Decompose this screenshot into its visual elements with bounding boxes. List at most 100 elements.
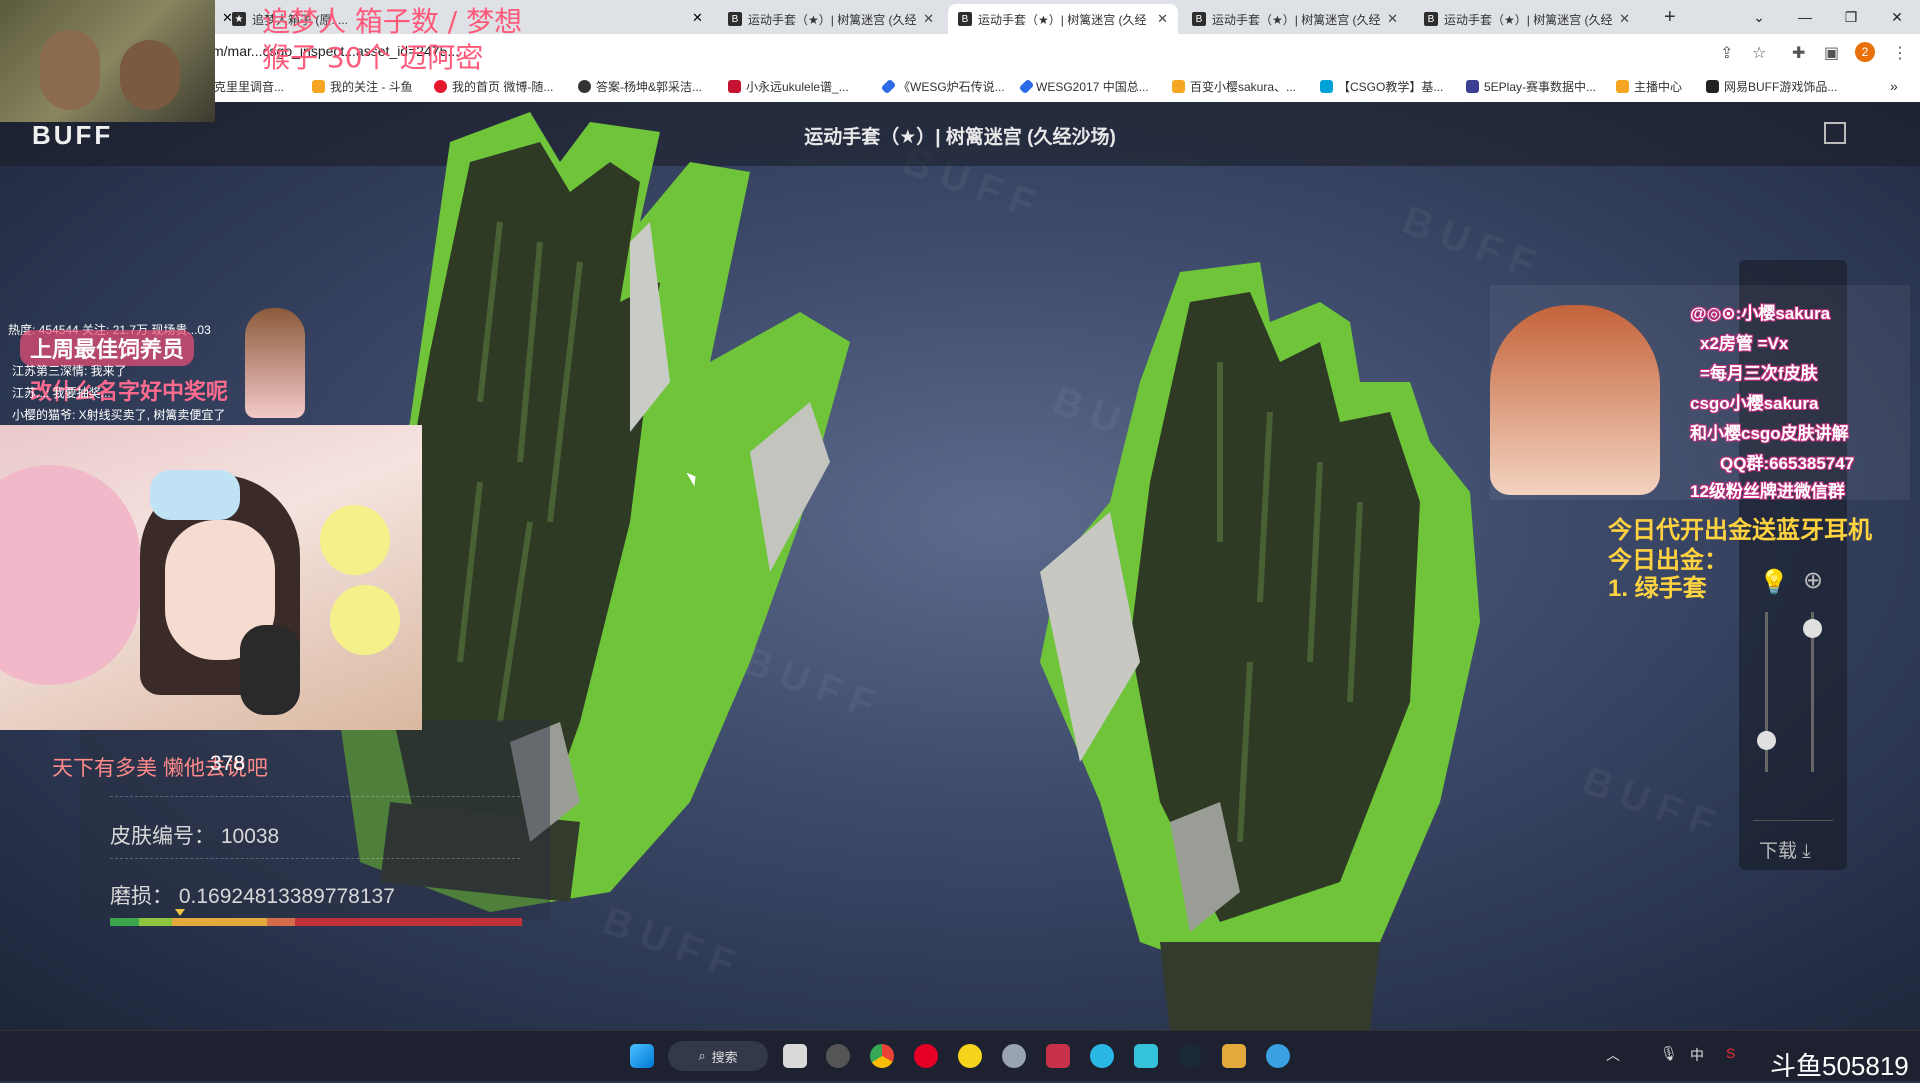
bookmark-item[interactable]: 主播中心	[1616, 78, 1682, 95]
bookmark-star-icon[interactable]: ☆	[1752, 43, 1766, 63]
microphone-image	[240, 625, 300, 715]
wear-row: 磨损： 0.16924813389778137	[110, 880, 395, 910]
share-icon[interactable]: ⇪	[1720, 43, 1733, 63]
douyu-icon	[1616, 80, 1629, 93]
watermark: BUFF	[1577, 758, 1730, 850]
task-view-icon[interactable]	[783, 1044, 807, 1068]
sakura-mascot-image	[1490, 305, 1660, 495]
wear-value: 0.16924813389778137	[178, 885, 395, 908]
hand-image	[40, 30, 100, 110]
game-camera-overlay	[0, 0, 215, 122]
sogou-icon[interactable]: S	[1726, 1045, 1735, 1061]
side-panel-icon[interactable]: ▣	[1824, 43, 1839, 63]
close-tab-icon[interactable]: ✕	[1619, 11, 1630, 27]
app-icon[interactable]	[1046, 1044, 1070, 1068]
right-glove-model[interactable]	[1020, 242, 1520, 1030]
bookmark-item[interactable]: WESG2017 中国总...	[1018, 78, 1149, 95]
bookmark-item[interactable]: 答案-杨坤&郭采洁...	[578, 78, 702, 95]
app-icon[interactable]	[1266, 1044, 1290, 1068]
hand-image	[120, 40, 180, 110]
search-icon: ⌕	[698, 1048, 706, 1063]
app-icon[interactable]	[826, 1044, 850, 1068]
tab-title: 运动手套（★）| 树篱迷宫 (久经	[1444, 12, 1613, 27]
profile-avatar[interactable]: 2	[1855, 42, 1875, 62]
close-tab-icon[interactable]: ✕	[692, 10, 703, 26]
browser-tab-active[interactable]: B 运动手套（★）| 树篱迷宫 (久经 ✕	[948, 4, 1178, 34]
announcement-line: 1. 绿手套	[1608, 575, 1707, 602]
chat-message: 江苏...: 我要抽奖...	[12, 386, 111, 400]
plush-image	[330, 585, 400, 655]
buff-favicon-icon: B	[728, 12, 742, 26]
webcam-feed	[0, 425, 422, 730]
viewer-header: BUFF 运动手套（★）| 树篱迷宫 (久经沙场)	[0, 102, 1920, 166]
app-icon[interactable]	[1002, 1044, 1026, 1068]
close-window-icon[interactable]: ✕	[1874, 0, 1920, 34]
zoom-slider-handle[interactable]	[1803, 619, 1822, 638]
wear-bar	[110, 918, 522, 926]
download-button[interactable]: 下载 ⤓	[1759, 836, 1811, 863]
close-tab-icon[interactable]: ✕	[222, 10, 233, 26]
buff-favicon-icon: B	[958, 12, 972, 26]
skin-id-label: 皮肤编号：	[110, 825, 215, 848]
windows-start-icon[interactable]	[630, 1044, 654, 1068]
app-icon[interactable]	[1222, 1044, 1246, 1068]
pink-chair-image	[0, 465, 140, 685]
chat-message: 小樱的猫爷: X射线买卖了, 树篱卖便宜了	[12, 408, 226, 422]
new-tab-button[interactable]: +	[1664, 6, 1676, 29]
sakura-info-line: 和小樱csgo皮肤讲解	[1690, 424, 1849, 443]
sakura-info-line: QQ群:665385747	[1720, 454, 1855, 473]
bookmark-item[interactable]: 克里里调音...	[214, 78, 284, 95]
menu-kebab-icon[interactable]: ⋮	[1892, 43, 1908, 63]
sakura-info-line: x2房管 =Vx	[1700, 334, 1789, 353]
bookmark-item[interactable]: 我的关注 - 斗鱼	[312, 78, 413, 95]
sakura-info-line: @◎⊙:小樱sakura	[1690, 304, 1831, 323]
bookmark-item[interactable]: 【CSGO教学】基...	[1320, 78, 1443, 95]
light-slider-handle[interactable]	[1757, 731, 1776, 750]
bookmark-item[interactable]: 网易BUFF游戏饰品...	[1706, 78, 1837, 95]
browser-tab[interactable]: B 运动手套（★）| 树篱迷宫 (久经 ✕	[1182, 4, 1408, 34]
netease-music-icon[interactable]	[914, 1044, 938, 1068]
plush-image	[320, 505, 390, 575]
notepad-icon[interactable]	[1134, 1044, 1158, 1068]
browser-tab[interactable]: B 运动手套（★）| 树篱迷宫 (久经 ✕	[1414, 4, 1640, 34]
bookmark-item[interactable]: 小永远ukulele谱_...	[728, 78, 849, 95]
app-icon[interactable]	[958, 1044, 982, 1068]
close-tab-icon[interactable]: ✕	[1387, 11, 1398, 27]
extensions-puzzle-icon[interactable]: ✚	[1792, 43, 1805, 63]
douyu-watermark: 斗鱼505819	[1770, 1051, 1909, 1081]
chrome-icon[interactable]	[870, 1044, 894, 1068]
app-icon[interactable]	[1090, 1044, 1114, 1068]
douyu-icon	[1172, 80, 1185, 93]
item-title: 运动手套（★）| 树篱迷宫 (久经沙场)	[804, 127, 1116, 148]
steam-icon[interactable]	[1178, 1044, 1202, 1068]
ime-indicator[interactable]: 中	[1690, 1045, 1704, 1065]
microphone-icon[interactable]: 🎙	[1660, 1045, 1678, 1062]
close-tab-icon[interactable]: ✕	[923, 11, 934, 27]
wear-label: 磨损：	[110, 885, 173, 908]
tab-title: 运动手套（★）| 树篱迷宫 (久经	[978, 12, 1147, 27]
taskbar-search[interactable]: ⌕ 搜索	[668, 1041, 768, 1071]
bookmarks-overflow-icon[interactable]: »	[1890, 78, 1898, 94]
tray-chevron-icon[interactable]: ︿	[1606, 1045, 1620, 1065]
tab-search-chevron-icon[interactable]: ⌄	[1736, 0, 1782, 34]
bookmark-item[interactable]: 我的首页 微博-随...	[434, 78, 553, 95]
anime-mascot-image	[245, 308, 305, 418]
item-info-panel: 皮肤编号： 10038 磨损： 0.16924813389778137	[80, 720, 550, 920]
wear-marker-icon	[174, 909, 185, 916]
bookmark-item[interactable]: 5EPlay-赛事数据中...	[1466, 78, 1596, 95]
bookmark-item[interactable]: 百变小樱sakura、...	[1172, 78, 1296, 95]
restore-icon[interactable]: ❐	[1828, 0, 1874, 34]
divider	[110, 796, 520, 797]
sakura-info-line: csgo小樱sakura	[1690, 394, 1819, 413]
zoom-in-icon[interactable]: ⊕	[1803, 566, 1823, 595]
lightbulb-icon[interactable]: 💡	[1759, 568, 1789, 597]
streamer-info-card: @◎⊙:小樱sakura x2房管 =Vx =每月三次f皮肤 csgo小樱sak…	[1490, 285, 1910, 501]
fullscreen-icon[interactable]	[1824, 122, 1846, 144]
close-tab-icon[interactable]: ✕	[1157, 11, 1168, 27]
browser-tab[interactable]: B 运动手套（★）| 树篱迷宫 (久经 ✕	[718, 4, 944, 34]
bookmark-item[interactable]: 《WESG炉石传说...	[880, 78, 1005, 95]
minimize-icon[interactable]: —	[1782, 0, 1828, 34]
stream-overlay-text: 猴子 30个 迈阿密	[262, 41, 484, 74]
tab-title: 运动手套（★）| 树篱迷宫 (久经	[748, 12, 917, 27]
sakura-info-line: =每月三次f皮肤	[1700, 364, 1818, 383]
